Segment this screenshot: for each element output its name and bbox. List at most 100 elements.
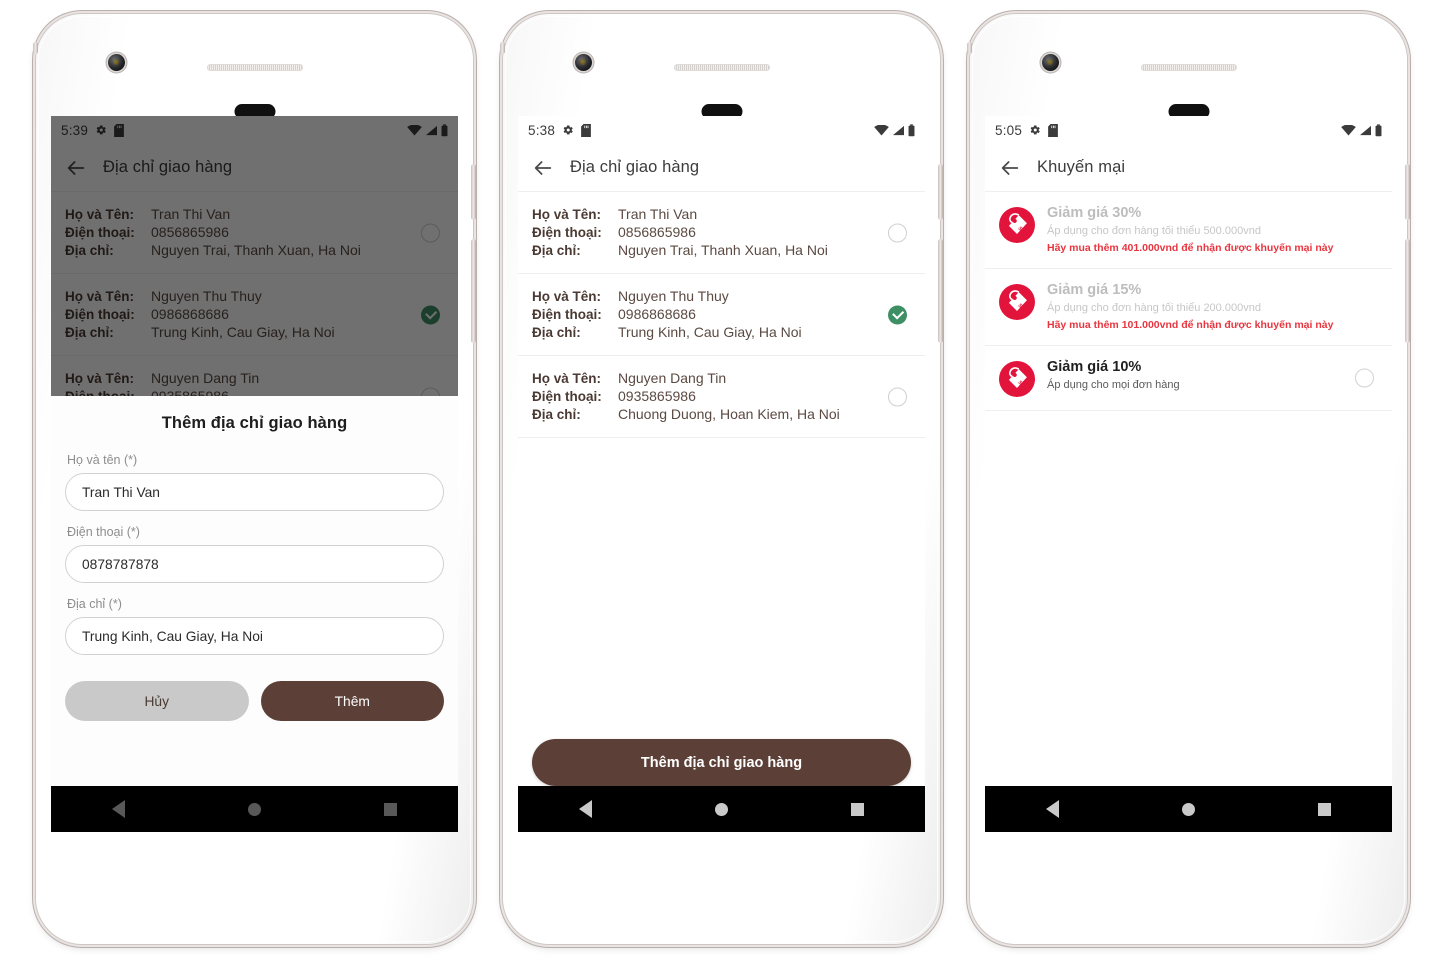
promotion-title: Giảm giá 10% [1047, 359, 1142, 376]
signal-icon [893, 125, 904, 135]
promotion-subtitle: Áp dụng cho đơn hàng tối thiểu 200.000vn… [1047, 302, 1261, 315]
bottom-cta-container: Thêm địa chỉ giao hàng [518, 739, 925, 786]
sd-card-icon [1048, 123, 1058, 137]
gear-icon [1030, 125, 1040, 135]
phone-screen-3: 5:05 Khuyến mại SALE Giảm giá 30% Áp dụn… [985, 116, 1392, 832]
wifi-icon [874, 124, 889, 136]
promotion-list-item[interactable]: SALE Giảm giá 15% Áp dụng cho đơn hàng t… [985, 269, 1392, 347]
sale-tag-icon: SALE [999, 207, 1035, 243]
submit-button[interactable]: Thêm [260, 681, 444, 721]
address-label: Địa chỉ (*) [67, 597, 122, 611]
volume-button[interactable] [1405, 239, 1410, 343]
nav-recents-button[interactable] [1294, 786, 1354, 832]
address-address-label: Địa chỉ: [532, 243, 581, 258]
phone-label: Điện thoại (*) [67, 525, 140, 539]
address-address-value: Chuong Duong, Hoan Kiem, Ha Noi [618, 406, 840, 422]
cancel-button[interactable]: Hủy [65, 681, 249, 721]
add-address-bottom-sheet: Thêm địa chỉ giao hàng Họ và tên (*) Điệ… [51, 396, 458, 786]
screenshot-stage: 5:39 Địa chỉ giao hàng [0, 0, 1440, 960]
status-bar: 5:38 [518, 116, 925, 144]
wifi-icon [1341, 124, 1356, 136]
nav-back-button[interactable] [1023, 786, 1083, 832]
address-address-value: Nguyen Trai, Thanh Xuan, Ha Noi [618, 242, 828, 258]
nav-home-button[interactable] [691, 786, 751, 832]
fullname-input[interactable] [65, 473, 444, 511]
address-radio[interactable] [888, 223, 907, 242]
promotion-note: Hãy mua thêm 401.000vnd để nhận được khu… [1047, 241, 1334, 254]
status-time: 5:05 [995, 122, 1023, 138]
page-title: Địa chỉ giao hàng [570, 158, 700, 176]
phone-side-rail [33, 42, 38, 54]
field-address: Địa chỉ (*) [65, 597, 444, 655]
field-fullname: Họ và tên (*) [65, 453, 444, 511]
sale-tag-icon: SALE [999, 284, 1035, 321]
address-phone-label: Điện thoại: [532, 225, 602, 240]
promotion-list-item[interactable]: SALE Giảm giá 30% Áp dụng cho đơn hàng t… [985, 192, 1392, 270]
address-phone-value: 0986868686 [618, 306, 696, 322]
address-name-label: Họ và Tên: [532, 371, 602, 386]
phone-screen-2: 5:38 Địa chỉ giao hàng Họ và Tên: Tran T… [518, 116, 925, 832]
phone-device-1: 5:39 Địa chỉ giao hàng [33, 14, 476, 944]
address-list-item[interactable]: Họ và Tên: Nguyen Dang Tin Điện thoại: 093… [518, 356, 925, 438]
promotion-title: Giảm giá 15% [1047, 282, 1142, 299]
address-list-item[interactable]: Họ và Tên: Nguyen Thu Thuy Điện thoại: 098… [518, 274, 925, 356]
signal-icon [1360, 125, 1371, 135]
nav-recents-icon [1317, 802, 1331, 816]
sale-tag-icon: SALE [999, 361, 1035, 398]
field-phone: Điện thoại (*) [65, 525, 444, 583]
address-name-value: Nguyen Dang Tin [618, 370, 727, 386]
promotion-radio[interactable] [1355, 368, 1374, 388]
power-button[interactable] [1405, 164, 1410, 220]
address-name-value: Nguyen Thu Thuy [618, 288, 729, 304]
back-arrow-icon[interactable] [532, 157, 554, 179]
address-list: Họ và Tên: Tran Thi Van Điện thoại: 085686… [518, 192, 925, 438]
address-address-label: Địa chỉ: [532, 407, 581, 422]
nav-recents-button[interactable] [827, 786, 887, 832]
earpiece-speaker [1140, 64, 1237, 71]
phone-device-2: 5:38 Địa chỉ giao hàng Họ và Tên: Tran T… [500, 14, 943, 944]
nav-home-icon [714, 802, 728, 816]
address-input[interactable] [65, 617, 444, 655]
phone-device-3: 5:05 Khuyến mại SALE Giảm giá 30% Áp dụn… [967, 14, 1410, 944]
address-radio[interactable] [888, 387, 907, 406]
app-bar: Địa chỉ giao hàng [518, 144, 925, 192]
promotion-list-item[interactable]: SALE Giảm giá 10% Áp dụng cho mọi đơn hà… [985, 346, 1392, 412]
address-name-label: Họ và Tên: [532, 289, 602, 304]
gear-icon [563, 125, 573, 135]
page-title: Khuyến mại [1037, 158, 1126, 176]
power-button[interactable] [471, 164, 476, 220]
nav-home-icon [1181, 802, 1195, 816]
earpiece-speaker [673, 64, 770, 71]
promotion-subtitle: Áp dụng cho mọi đơn hàng [1047, 379, 1180, 392]
address-phone-value: 0856865986 [618, 224, 696, 240]
phone-side-rail [967, 42, 972, 54]
nav-back-button[interactable] [556, 786, 616, 832]
nav-home-button[interactable] [1158, 786, 1218, 832]
address-name-value: Tran Thi Van [618, 206, 698, 222]
promotion-title: Giảm giá 30% [1047, 205, 1142, 221]
nav-recents-icon [850, 802, 864, 816]
phone-side-rail [500, 42, 505, 54]
address-list-item[interactable]: Họ và Tên: Tran Thi Van Điện thoại: 085686… [518, 192, 925, 274]
bottom-sheet-title: Thêm địa chỉ giao hàng [161, 414, 348, 432]
back-arrow-icon[interactable] [999, 157, 1021, 179]
app-bar: Khuyến mại [985, 144, 1392, 192]
bottom-sheet-actions: Hủy Thêm [65, 681, 444, 721]
earpiece-speaker [206, 64, 303, 71]
promotion-subtitle: Áp dụng cho đơn hàng tối thiểu 500.000vn… [1047, 225, 1261, 237]
nav-back-icon [1046, 800, 1060, 818]
volume-button[interactable] [938, 239, 943, 343]
address-radio-selected[interactable] [888, 305, 907, 324]
volume-button[interactable] [471, 239, 476, 343]
address-phone-value: 0935865986 [618, 388, 696, 404]
power-button[interactable] [938, 164, 943, 220]
phone-input[interactable] [65, 545, 444, 583]
address-address-label: Địa chỉ: [532, 325, 581, 340]
phone-screen-1: 5:39 Địa chỉ giao hàng [51, 116, 458, 832]
address-phone-label: Điện thoại: [532, 307, 602, 322]
add-address-button[interactable]: Thêm địa chỉ giao hàng [532, 739, 911, 786]
fullname-label: Họ và tên (*) [67, 453, 138, 467]
android-nav-bar [985, 786, 1392, 832]
nav-back-icon [579, 800, 593, 818]
android-nav-bar [518, 786, 925, 832]
